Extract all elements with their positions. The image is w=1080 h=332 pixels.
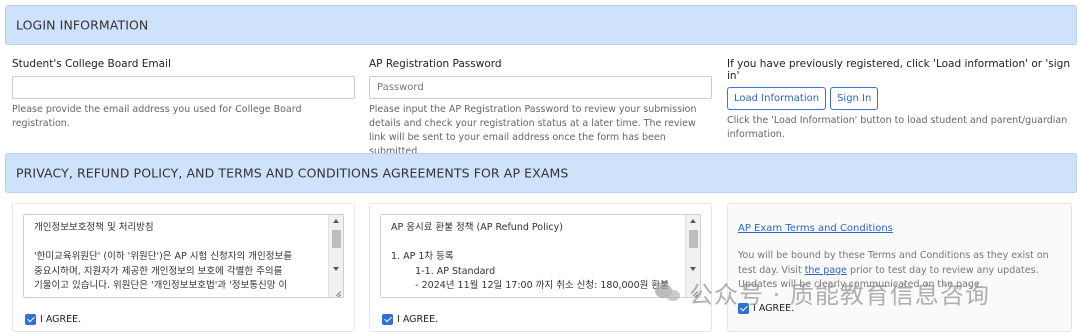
privacy-agree-checkbox[interactable] (25, 314, 36, 325)
scroll-up-arrow-icon[interactable] (690, 219, 696, 223)
previous-registration-label: If you have previously registered, click… (727, 58, 1070, 82)
email-help-text: Please provide the email address you use… (12, 104, 302, 129)
refund-policy-textarea[interactable]: AP 응시료 환불 정책 (AP Refund Policy) 1. AP 1차… (380, 214, 701, 298)
privacy-agree-label: I AGREE. (40, 314, 82, 325)
refund-agree-row[interactable]: I AGREE. (382, 314, 438, 325)
scroll-down-arrow-icon[interactable] (333, 267, 339, 271)
load-information-help-text: Click the 'Load Information' button to l… (727, 115, 1068, 140)
resize-grip-icon[interactable] (332, 286, 342, 296)
wechat-watermark: 公众号 · 质能教育信息咨询 (655, 275, 990, 310)
email-field[interactable] (12, 76, 355, 99)
email-field-group: Student's College Board Email Please pro… (12, 58, 355, 131)
refund-agree-label: I AGREE. (397, 314, 439, 325)
privacy-policy-panel: 개인정보보호정책 및 처리방침 '한미교육위원단' (이하 '위원단')은 AP… (12, 203, 355, 332)
previous-registration-group: If you have previously registered, click… (727, 58, 1072, 142)
login-section-header: LOGIN INFORMATION (5, 5, 1077, 45)
load-information-button[interactable]: Load Information (727, 87, 827, 110)
privacy-agree-row[interactable]: I AGREE. (25, 314, 81, 325)
password-field-group: AP Registration Password Please input th… (369, 58, 712, 159)
terms-conditions-link[interactable]: AP Exam Terms and Conditions (738, 223, 893, 234)
refund-policy-panel: AP 응시료 환불 정책 (AP Refund Policy) 1. AP 1차… (369, 203, 712, 332)
sign-in-button[interactable]: Sign In (830, 87, 879, 110)
wechat-logo-icon (655, 282, 681, 304)
scroll-thumb[interactable] (332, 230, 341, 248)
refund-policy-text: AP 응시료 환불 정책 (AP Refund Policy) 1. AP 1차… (391, 222, 669, 291)
agreements-section-title: PRIVACY, REFUND POLICY, AND TERMS AND CO… (16, 165, 569, 181)
privacy-scrollbar[interactable] (328, 215, 343, 297)
scroll-thumb[interactable] (689, 230, 698, 248)
terms-conditions-panel: AP Exam Terms and Conditions You will be… (727, 203, 1072, 332)
password-label: AP Registration Password (369, 58, 502, 70)
scroll-up-arrow-icon[interactable] (333, 219, 339, 223)
the-page-link[interactable]: the page (805, 265, 847, 276)
password-help-text: Please input the AP Registration Passwor… (369, 104, 697, 157)
privacy-policy-textarea[interactable]: 개인정보보호정책 및 처리방침 '한미교육위원단' (이하 '위원단')은 AP… (23, 214, 344, 298)
password-field[interactable] (369, 76, 712, 99)
agreements-section-header: PRIVACY, REFUND POLICY, AND TERMS AND CO… (5, 153, 1077, 193)
email-label: Student's College Board Email (12, 58, 171, 70)
login-section-title: LOGIN INFORMATION (16, 17, 149, 33)
watermark-text: 公众号 · 质能教育信息咨询 (689, 281, 990, 309)
privacy-policy-text: 개인정보보호정책 및 처리방침 '한미교육위원단' (이하 '위원단')은 AP… (34, 222, 292, 291)
scroll-down-arrow-icon[interactable] (690, 267, 696, 271)
refund-agree-checkbox[interactable] (382, 314, 393, 325)
